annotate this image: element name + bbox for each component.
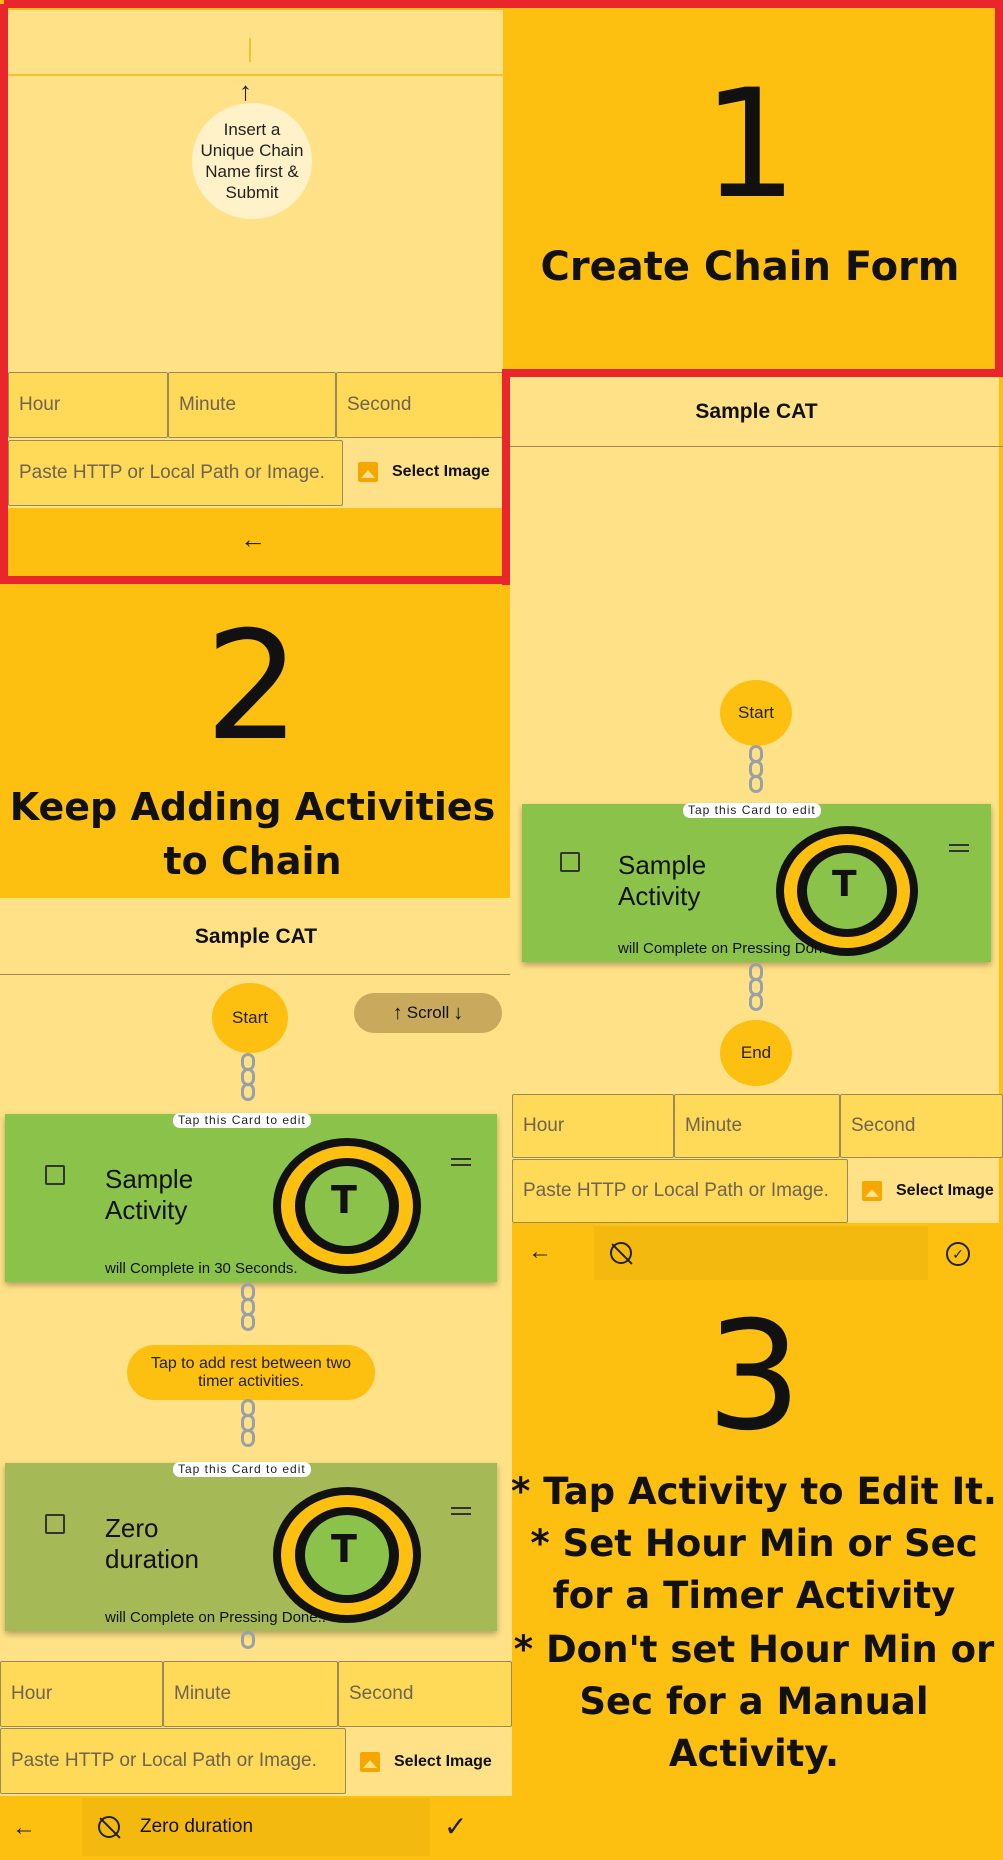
arrow-up-icon: ↑ [392, 1001, 403, 1024]
activity-checkbox[interactable] [45, 1514, 65, 1534]
chain-link [240, 1399, 256, 1447]
chain-link [748, 963, 764, 1011]
minute-field[interactable]: Minute [163, 1661, 338, 1727]
activity-title: Sample Activity [105, 1164, 194, 1225]
activity-name-input[interactable]: Zero duration [82, 1798, 430, 1856]
chain-link [240, 1053, 256, 1101]
arrow-down-icon: ↓ [453, 1001, 464, 1024]
image-icon [862, 1181, 882, 1201]
chain-link [748, 745, 764, 793]
chain-link [240, 1283, 256, 1331]
hour-field[interactable]: Hour [512, 1094, 674, 1158]
second-field[interactable]: Second [338, 1661, 512, 1727]
activity-card[interactable]: Zero duration will Complete on Pressing … [5, 1463, 497, 1631]
tip-3: * Don't set Hour Min or Sec for a Manual… [513, 1628, 995, 1775]
hour-field[interactable]: Hour [0, 1661, 163, 1727]
chain-title-header: Sample CAT [510, 377, 1003, 447]
minute-field[interactable]: Minute [674, 1094, 840, 1158]
activity-card[interactable]: Sample Activity will Complete in 30 Seco… [5, 1114, 497, 1282]
tap-card-hint: Tap this Card to edit [173, 1462, 311, 1477]
second-field[interactable]: Second [840, 1094, 1003, 1158]
drag-handle-icon[interactable] [949, 844, 969, 852]
select-image-button[interactable]: Select Image [360, 1752, 492, 1772]
activity-title: Sample Activity [618, 850, 707, 911]
tap-card-hint: Tap this Card to edit [173, 1113, 311, 1128]
highlight-outline-right [502, 369, 510, 585]
step-title-1: Create Chain Form [540, 244, 960, 290]
chain-logo-image: T [273, 1138, 421, 1274]
add-rest-button[interactable]: Tap to add rest between two timer activi… [127, 1345, 375, 1400]
timer-off-icon [610, 1242, 633, 1265]
activity-title: Zero duration [105, 1513, 199, 1574]
tap-card-hint: Tap this Card to edit [683, 803, 821, 818]
scroll-button[interactable]: ↑ Scroll ↓ [354, 993, 502, 1033]
image-path-field[interactable]: Paste HTTP or Local Path or Image. [0, 1728, 346, 1794]
add-check-icon[interactable]: ✓ [946, 1242, 970, 1266]
image-path-field[interactable]: Paste HTTP or Local Path or Image. [512, 1159, 848, 1223]
activity-checkbox[interactable] [560, 852, 580, 872]
image-icon [360, 1752, 380, 1772]
arrow-left-icon[interactable]: ← [12, 1814, 36, 1842]
step-number-3: 3 [706, 1290, 802, 1464]
step-number-2: 2 [204, 600, 301, 774]
activity-checkbox[interactable] [45, 1165, 65, 1185]
activity-name-input[interactable] [594, 1226, 928, 1280]
chain-title-header: Sample CAT [0, 898, 512, 975]
chain-logo-image: T [273, 1487, 421, 1623]
activity-subtitle: will Complete in 30 Seconds. [105, 1260, 298, 1277]
tip-1: * Tap Activity to Edit It. [511, 1470, 997, 1513]
start-node: Start [212, 983, 288, 1053]
timer-off-icon [98, 1816, 121, 1839]
select-image-button[interactable]: Select Image [862, 1181, 994, 1201]
end-node: End [720, 1020, 792, 1086]
chain-logo-image: T [776, 826, 918, 956]
done-check-icon[interactable]: ✓ [444, 1810, 467, 1843]
drag-handle-icon[interactable] [451, 1507, 471, 1515]
activity-card[interactable]: Sample Activity will Complete on Pressin… [522, 804, 991, 962]
arrow-left-icon[interactable]: ← [528, 1238, 552, 1266]
start-node: Start [720, 680, 792, 746]
step-title-2: Keep Adding Activities to Chain [9, 785, 496, 883]
tip-2: * Set Hour Min or Sec for a Timer Activi… [530, 1522, 978, 1617]
drag-handle-icon[interactable] [451, 1158, 471, 1166]
activity-subtitle: will Complete on Pressing Done.. [105, 1609, 326, 1626]
chain-link [240, 1631, 256, 1649]
step-number-1: 1 [702, 58, 798, 232]
